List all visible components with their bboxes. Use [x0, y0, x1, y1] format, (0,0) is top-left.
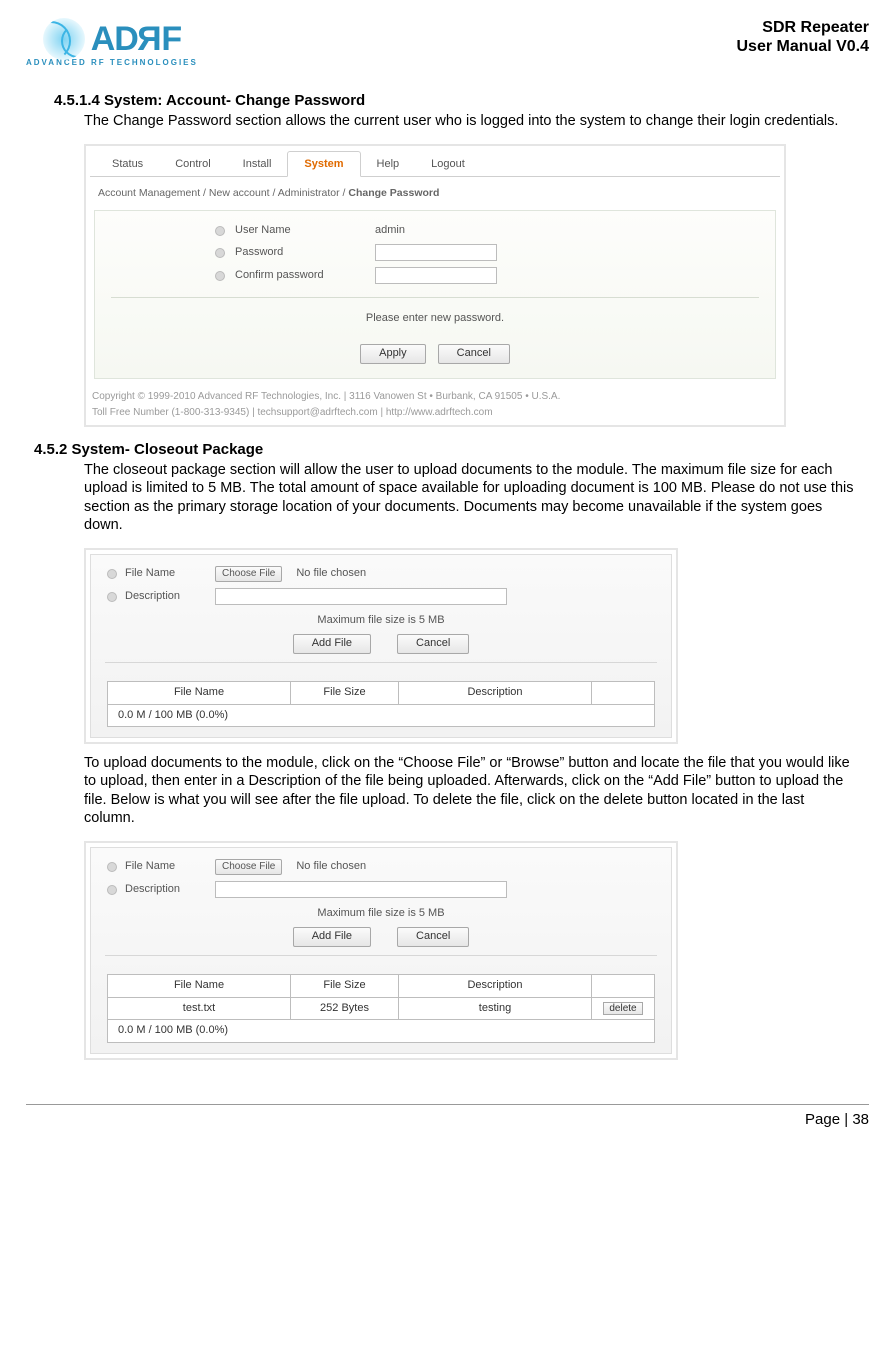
add-file-button[interactable]: Add File — [293, 927, 371, 947]
page-footer: Page | 38 — [26, 1104, 869, 1130]
bullet-icon — [215, 248, 225, 258]
description-field[interactable] — [215, 588, 507, 605]
label-file-name: File Name — [125, 567, 207, 581]
upload-instructions: To upload documents to the module, click… — [84, 754, 859, 827]
storage-info: 0.0 M / 100 MB (0.0%) — [108, 704, 655, 727]
col-file-name: File Name — [108, 974, 291, 997]
table-row: test.txt 252 Bytes testing delete — [108, 997, 655, 1020]
logo: ADRF ADVANCED RF TECHNOLOGIES — [26, 18, 198, 68]
tab-control[interactable]: Control — [159, 152, 226, 176]
section-title-4514: 4.5.1.4 System: Account- Change Password — [54, 92, 869, 111]
form-hint: Please enter new password. — [115, 312, 755, 326]
file-size-hint: Maximum file size is 5 MB — [107, 614, 655, 628]
col-file-name: File Name — [108, 681, 291, 704]
apply-button[interactable]: Apply — [360, 344, 426, 364]
page-header: ADRF ADVANCED RF TECHNOLOGIES SDR Repeat… — [26, 18, 869, 68]
logo-wave-icon — [43, 18, 85, 60]
cell-file-size: 252 Bytes — [291, 997, 399, 1020]
choose-file-button[interactable]: Choose File — [215, 859, 282, 876]
bullet-icon — [215, 226, 225, 236]
change-password-panel: User Name admin Password Confirm passwor… — [94, 210, 776, 378]
breadcrumb: Account Management / New account / Admin… — [90, 177, 780, 206]
tab-bar: Status Control Install System Help Logou… — [90, 150, 780, 177]
table-header-row: File Name File Size Description — [108, 974, 655, 997]
table-storage-row: 0.0 M / 100 MB (0.0%) — [108, 704, 655, 727]
section-title-452: 4.5.2 System- Closeout Package — [34, 441, 869, 460]
file-table: File Name File Size Description 0.0 M / … — [107, 681, 655, 728]
col-action — [592, 974, 655, 997]
cell-file-name: test.txt — [108, 997, 291, 1020]
file-size-hint: Maximum file size is 5 MB — [107, 907, 655, 921]
tab-install[interactable]: Install — [227, 152, 288, 176]
label-description: Description — [125, 883, 207, 897]
cell-description: testing — [399, 997, 592, 1020]
table-storage-row: 0.0 M / 100 MB (0.0%) — [108, 1020, 655, 1043]
copyright-footer: Copyright © 1999-2010 Advanced RF Techno… — [90, 383, 780, 421]
add-file-button[interactable]: Add File — [293, 634, 371, 654]
delete-button[interactable]: delete — [603, 1002, 642, 1015]
cell-action: delete — [592, 997, 655, 1020]
col-action — [592, 681, 655, 704]
label-password: Password — [235, 246, 365, 260]
label-file-name: File Name — [125, 860, 207, 874]
logo-text: ADRF — [91, 18, 181, 61]
screenshot-closeout-empty: File Name Choose File No file chosen Des… — [84, 548, 869, 745]
tab-system[interactable]: System — [287, 151, 360, 177]
section-body-4514: The Change Password section allows the c… — [84, 112, 859, 130]
storage-info: 0.0 M / 100 MB (0.0%) — [108, 1020, 655, 1043]
cancel-button[interactable]: Cancel — [397, 634, 469, 654]
cancel-button[interactable]: Cancel — [438, 344, 510, 364]
col-description: Description — [399, 681, 592, 704]
cancel-button[interactable]: Cancel — [397, 927, 469, 947]
no-file-label: No file chosen — [296, 860, 366, 874]
tab-logout[interactable]: Logout — [415, 152, 481, 176]
label-description: Description — [125, 590, 207, 604]
label-confirm-password: Confirm password — [235, 269, 365, 283]
file-table: File Name File Size Description test.txt… — [107, 974, 655, 1043]
bullet-icon — [107, 885, 117, 895]
tab-status[interactable]: Status — [96, 152, 159, 176]
description-field[interactable] — [215, 881, 507, 898]
screenshot-change-password: Status Control Install System Help Logou… — [84, 144, 869, 426]
confirm-password-field[interactable] — [375, 267, 497, 284]
bullet-icon — [107, 862, 117, 872]
section-body-452: The closeout package section will allow … — [84, 461, 859, 534]
tab-help[interactable]: Help — [361, 152, 416, 176]
bullet-icon — [107, 569, 117, 579]
value-user-name: admin — [375, 224, 495, 238]
bullet-icon — [215, 271, 225, 281]
table-header-row: File Name File Size Description — [108, 681, 655, 704]
choose-file-button[interactable]: Choose File — [215, 566, 282, 583]
bullet-icon — [107, 592, 117, 602]
doc-title: SDR Repeater User Manual V0.4 — [737, 18, 870, 56]
password-field[interactable] — [375, 244, 497, 261]
no-file-label: No file chosen — [296, 567, 366, 581]
screenshot-closeout-uploaded: File Name Choose File No file chosen Des… — [84, 841, 869, 1060]
col-file-size: File Size — [291, 681, 399, 704]
col-file-size: File Size — [291, 974, 399, 997]
col-description: Description — [399, 974, 592, 997]
label-user-name: User Name — [235, 224, 365, 238]
